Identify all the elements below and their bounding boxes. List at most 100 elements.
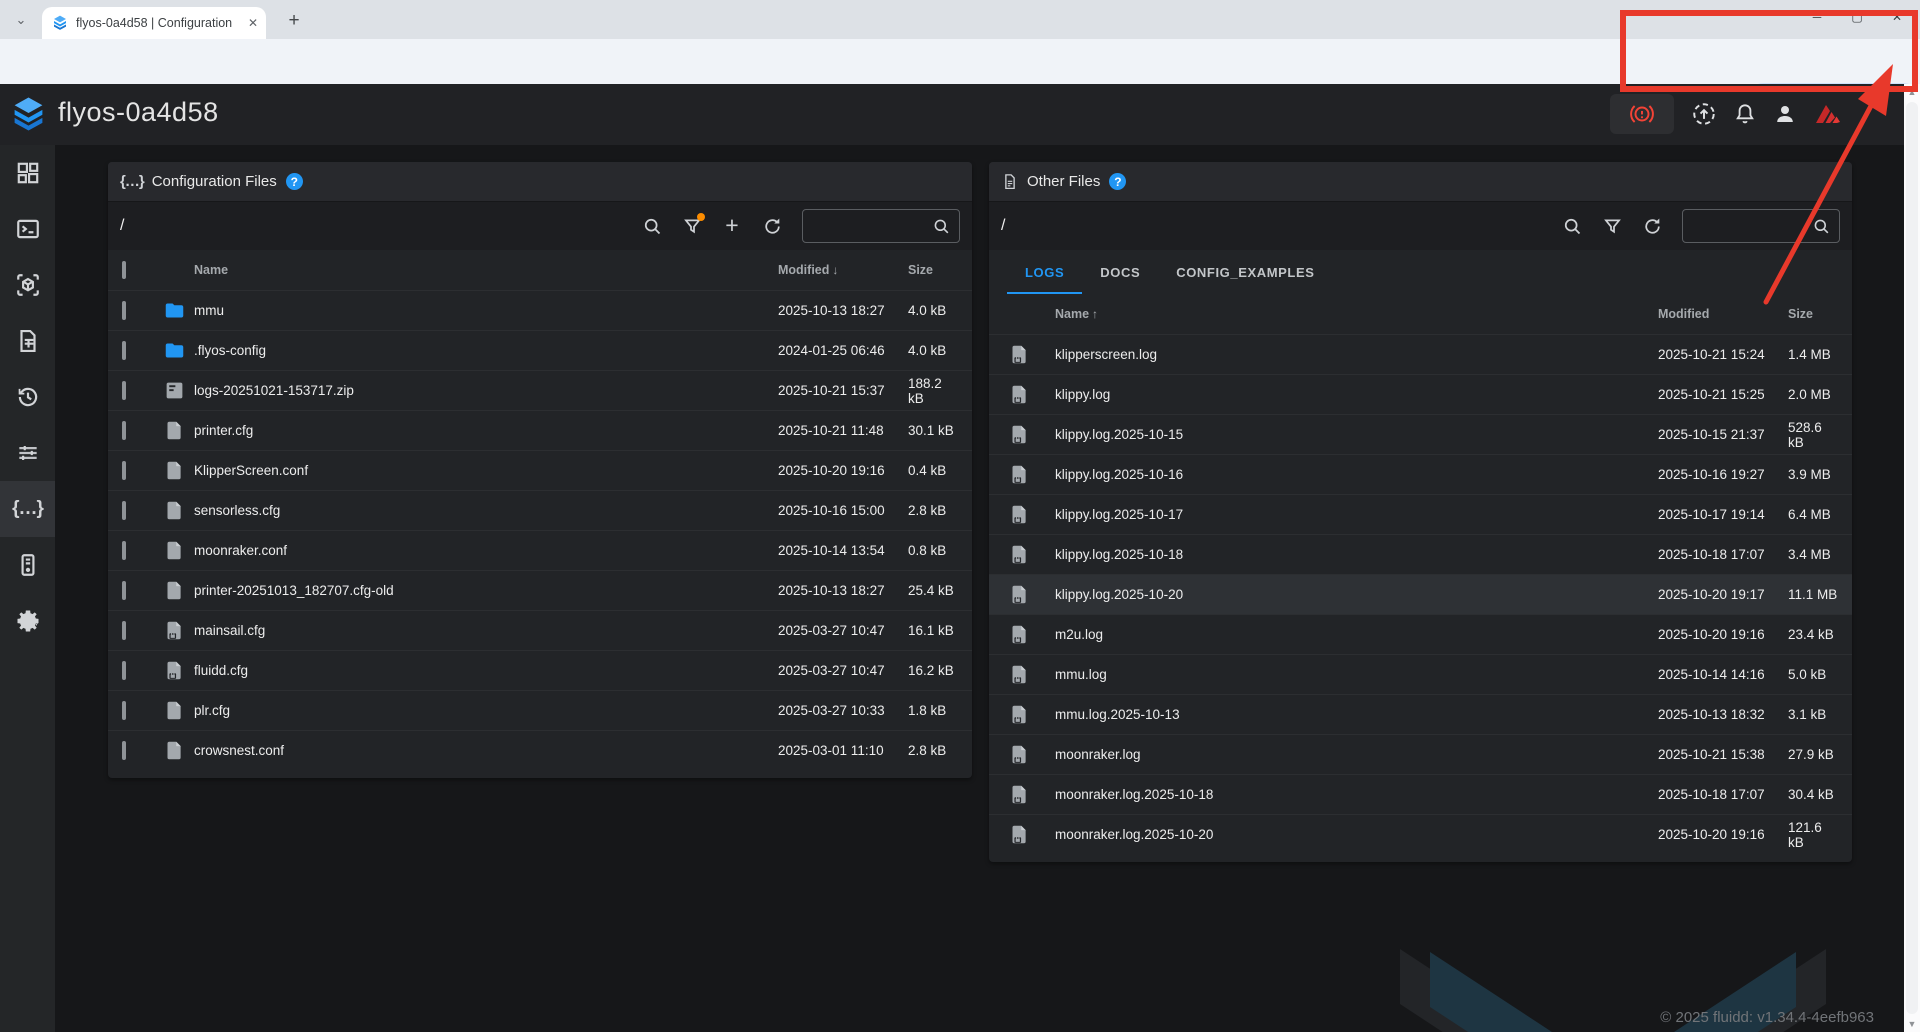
table-row[interactable]: klippy.log.2025-10-182025-10-18 17:073.4… [989, 534, 1852, 574]
table-row[interactable]: moonraker.log2025-10-21 15:3827.9 kB [989, 734, 1852, 774]
table-row[interactable]: moonraker.log.2025-10-182025-10-18 17:07… [989, 774, 1852, 814]
other-search-input[interactable] [1691, 219, 1812, 234]
table-row[interactable]: printer.cfg2025-10-21 11:4830.1 kB [108, 410, 972, 450]
row-checkbox[interactable] [122, 461, 126, 480]
sidebar-item-jobs[interactable] [0, 313, 55, 369]
table-row[interactable]: klippy.log.2025-10-172025-10-17 19:146.4… [989, 494, 1852, 534]
tab-logs[interactable]: LOGS [1007, 250, 1082, 294]
scrollbar-thumb[interactable] [1906, 102, 1918, 1014]
row-checkbox[interactable] [122, 501, 126, 520]
sidebar-item-settings[interactable] [0, 593, 55, 649]
fly-logo-button[interactable] [1808, 94, 1850, 134]
table-row[interactable]: crowsnest.conf2025-03-01 11:102.8 kB [108, 730, 972, 770]
tab-close-icon[interactable]: ✕ [248, 16, 258, 30]
file-modified: 2025-10-20 19:16 [778, 463, 908, 478]
file-modified: 2025-10-18 17:07 [1658, 787, 1788, 802]
row-checkbox[interactable] [122, 741, 126, 760]
file-modified: 2025-10-14 14:16 [1658, 667, 1788, 682]
file-size: 30.4 kB [1788, 787, 1852, 802]
table-row[interactable]: mmu.log.2025-10-132025-10-13 18:323.1 kB [989, 694, 1852, 734]
table-row[interactable]: mmu.log2025-10-14 14:165.0 kB [989, 654, 1852, 694]
row-checkbox[interactable] [122, 381, 126, 400]
browser-tab[interactable]: flyos-0a4d58 | Configuration ✕ [42, 7, 266, 39]
refresh-icon[interactable] [752, 208, 792, 244]
scroll-down-icon[interactable]: ▼ [1904, 1019, 1920, 1029]
help-icon[interactable]: ? [1109, 173, 1126, 190]
file-size: 2.8 kB [908, 743, 972, 758]
file-name: sensorless.cfg [194, 503, 778, 518]
column-header-size[interactable]: Size [1788, 307, 1852, 321]
row-checkbox-cell [122, 303, 154, 318]
table-row[interactable]: mmu2025-10-13 18:274.0 kB [108, 290, 972, 330]
tab-config_examples[interactable]: CONFIG_EXAMPLES [1158, 250, 1332, 294]
select-all-checkbox[interactable] [122, 261, 126, 279]
filter-icon[interactable] [1592, 208, 1632, 244]
table-row[interactable]: .flyos-config2024-01-25 06:464.0 kB [108, 330, 972, 370]
row-checkbox[interactable] [122, 541, 126, 560]
file-name: plr.cfg [194, 703, 778, 718]
file-name: klipperscreen.log [1055, 347, 1658, 362]
column-header-modified[interactable]: Modified↓ [778, 263, 908, 277]
file-name: printer-20251013_182707.cfg-old [194, 583, 778, 598]
search-icon[interactable] [632, 208, 672, 244]
help-icon[interactable]: ? [286, 173, 303, 190]
config-search-box[interactable] [802, 209, 960, 243]
other-search-box[interactable] [1682, 209, 1840, 243]
row-checkbox[interactable] [122, 301, 126, 320]
column-header-modified[interactable]: Modified [1658, 307, 1788, 321]
window-minimize-button[interactable]: ─ [1810, 10, 1824, 24]
scroll-up-icon[interactable]: ▲ [1904, 87, 1920, 97]
row-checkbox[interactable] [122, 581, 126, 600]
search-icon[interactable] [1552, 208, 1592, 244]
sidebar-item-console[interactable] [0, 201, 55, 257]
table-row[interactable]: m2u.log2025-10-20 19:1623.4 kB [989, 614, 1852, 654]
sidebar-item-tune[interactable] [0, 425, 55, 481]
table-row[interactable]: klippy.log2025-10-21 15:252.0 MB [989, 374, 1852, 414]
table-row[interactable]: klippy.log.2025-10-162025-10-16 19:273.9… [989, 454, 1852, 494]
row-checkbox[interactable] [122, 661, 126, 680]
table-row[interactable]: logs-20251021-153717.zip2025-10-21 15:37… [108, 370, 972, 410]
table-row[interactable]: printer-20251013_182707.cfg-old2025-10-1… [108, 570, 972, 610]
table-row[interactable]: moonraker.conf2025-10-14 13:540.8 kB [108, 530, 972, 570]
sidebar-item-history[interactable] [0, 369, 55, 425]
table-row[interactable]: KlipperScreen.conf2025-10-20 19:160.4 kB [108, 450, 972, 490]
table-row[interactable]: mainsail.cfg2025-03-27 10:4716.1 kB [108, 610, 972, 650]
sidebar-item-configure[interactable]: {…} [0, 481, 55, 537]
row-checkbox[interactable] [122, 341, 126, 360]
add-file-icon[interactable]: + [712, 208, 752, 244]
new-tab-button[interactable]: + [282, 9, 306, 33]
table-row[interactable]: klipperscreen.log2025-10-21 15:241.4 MB [989, 334, 1852, 374]
table-row[interactable]: sensorless.cfg2025-10-16 15:002.8 kB [108, 490, 972, 530]
table-row[interactable]: klippy.log.2025-10-202025-10-20 19:1711.… [989, 574, 1852, 614]
window-maximize-button[interactable]: ▢ [1850, 10, 1864, 24]
window-close-button[interactable]: ✕ [1890, 10, 1904, 24]
emergency-stop-button[interactable] [1610, 94, 1674, 134]
table-row[interactable]: fluidd.cfg2025-03-27 10:4716.2 kB [108, 650, 972, 690]
fluidd-page: flyos-0a4d58 [0, 84, 1904, 1032]
update-available-button[interactable] [1683, 94, 1725, 134]
printer-name-title: flyos-0a4d58 [58, 97, 219, 128]
table-row[interactable]: klippy.log.2025-10-152025-10-15 21:37528… [989, 414, 1852, 454]
row-checkbox[interactable] [122, 701, 126, 720]
filter-icon[interactable] [672, 208, 712, 244]
table-row[interactable]: plr.cfg2025-03-27 10:331.8 kB [108, 690, 972, 730]
sidebar-item-dashboard[interactable] [0, 145, 55, 201]
refresh-icon[interactable] [1632, 208, 1672, 244]
history-icon [15, 384, 41, 410]
row-checkbox[interactable] [122, 621, 126, 640]
table-row[interactable]: moonraker.log.2025-10-202025-10-20 19:16… [989, 814, 1852, 854]
user-account-button[interactable] [1764, 94, 1806, 134]
tab-search-button[interactable]: ⌄ [8, 8, 34, 32]
column-header-name[interactable]: Name [194, 263, 778, 277]
column-header-name[interactable]: Name↑ [1055, 307, 1658, 321]
sidebar-item-gcode-preview[interactable] [0, 257, 55, 313]
column-header-size[interactable]: Size [908, 263, 972, 277]
config-path-breadcrumb[interactable]: / [120, 217, 632, 235]
page-scrollbar[interactable]: ▲ ▼ [1904, 84, 1920, 1032]
tab-docs[interactable]: DOCS [1082, 250, 1158, 294]
other-path-breadcrumb[interactable]: / [1001, 217, 1552, 235]
sidebar-item-system[interactable] [0, 537, 55, 593]
row-checkbox[interactable] [122, 421, 126, 440]
config-search-input[interactable] [811, 219, 932, 234]
notifications-bell-button[interactable] [1724, 94, 1766, 134]
